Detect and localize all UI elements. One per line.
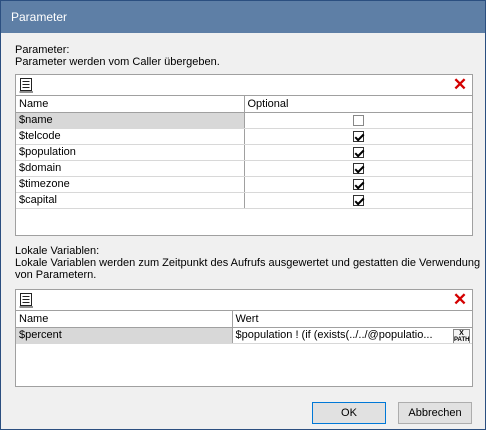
params-panel: ✕ Name Optional $name $telcode $populati… [15, 74, 473, 236]
param-name[interactable]: $domain [16, 160, 244, 177]
param-name[interactable]: $timezone [16, 176, 244, 193]
window-title: Parameter [1, 1, 485, 33]
param-name[interactable]: $telcode [16, 128, 244, 145]
table-row[interactable]: $population [16, 144, 472, 161]
var-name[interactable]: $percent [16, 327, 232, 344]
params-description: Parameter werden vom Caller übergeben. [15, 56, 220, 68]
optional-checkbox[interactable] [352, 130, 364, 142]
vars-toolbar: ✕ [16, 290, 472, 311]
optional-checkbox[interactable] [352, 194, 364, 206]
params-label: Parameter: [15, 44, 70, 56]
column-header-name[interactable]: Name [16, 96, 244, 113]
delete-icon[interactable]: ✕ [452, 291, 468, 308]
delete-icon[interactable]: ✕ [452, 76, 468, 93]
table-row[interactable]: $name [16, 112, 472, 129]
optional-checkbox[interactable] [352, 178, 364, 190]
table-row[interactable]: $domain [16, 160, 472, 177]
optional-checkbox[interactable] [352, 162, 364, 174]
column-header-value[interactable]: Wert [231, 311, 472, 328]
add-row-icon[interactable] [19, 77, 34, 93]
table-row[interactable]: $percent $population ! (if (exists(../..… [16, 327, 472, 344]
optional-checkbox[interactable] [352, 146, 364, 158]
parameter-dialog: Parameter Parameter: Parameter werden vo… [0, 0, 486, 430]
param-name[interactable]: $capital [16, 192, 244, 209]
xpath-icon-label-bottom: PATH [454, 336, 470, 343]
param-name[interactable]: $population [16, 144, 244, 161]
param-name[interactable]: $name [16, 112, 244, 129]
vars-table: Name Wert $percent $population ! (if (ex… [16, 311, 472, 344]
vars-panel: ✕ Name Wert $percent $population ! (if (… [15, 289, 473, 387]
column-header-optional[interactable]: Optional [243, 96, 472, 113]
ok-button[interactable]: OK [312, 402, 386, 424]
cancel-button[interactable]: Abbrechen [398, 402, 472, 424]
vars-description-line1: Lokale Variablen werden zum Zeitpunkt de… [15, 257, 481, 269]
xpath-editor-button[interactable]: X PATH [453, 328, 470, 343]
var-value[interactable]: $population ! (if (exists(../../@populat… [236, 329, 433, 341]
vars-label: Lokale Variablen: [15, 245, 100, 257]
table-row[interactable]: $capital [16, 192, 472, 209]
table-row[interactable]: $telcode [16, 128, 472, 145]
xpath-icon-label-top: X [459, 329, 464, 337]
params-toolbar: ✕ [16, 75, 472, 96]
column-header-name[interactable]: Name [16, 311, 232, 328]
vars-description-line2: von Parametern. [15, 269, 97, 281]
optional-checkbox[interactable] [352, 114, 364, 126]
add-row-icon[interactable] [19, 292, 34, 308]
params-table: Name Optional $name $telcode $population [16, 96, 472, 209]
table-row[interactable]: $timezone [16, 176, 472, 193]
